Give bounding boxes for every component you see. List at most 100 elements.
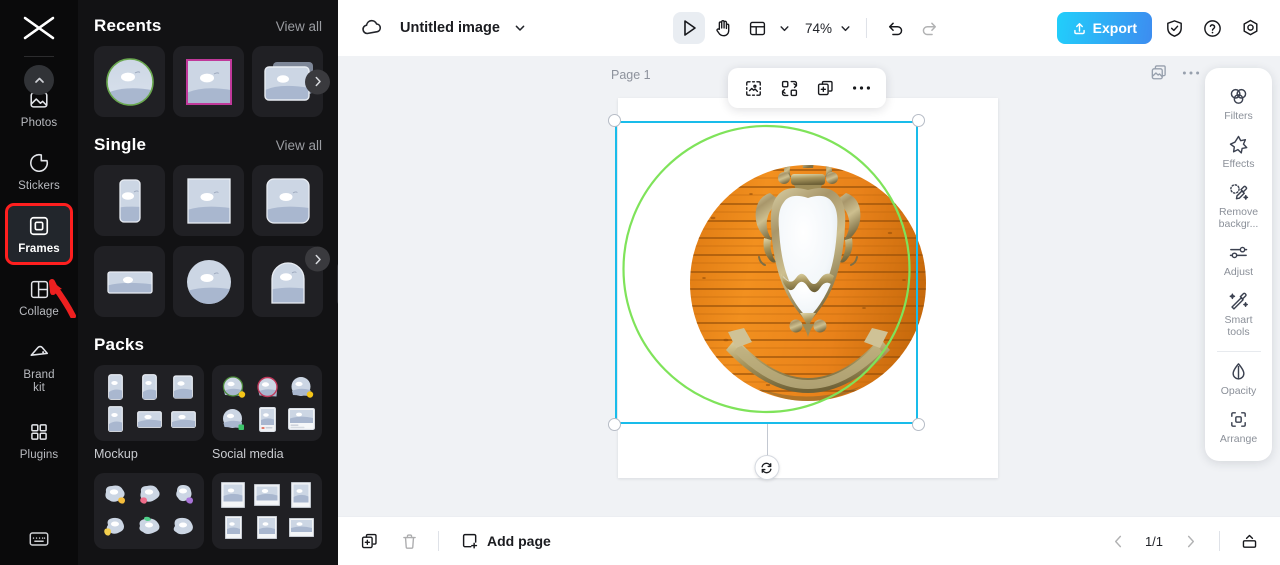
question-circle-icon[interactable] — [1196, 12, 1228, 44]
sidebar-item-photos[interactable]: Photos — [8, 65, 70, 136]
dock-divider — [1216, 351, 1261, 352]
sidebar-item-label: Collage — [19, 306, 59, 318]
magic-wand-icon — [1228, 290, 1249, 311]
bottom-divider-right — [1219, 531, 1220, 551]
chevron-up-icon[interactable] — [24, 65, 54, 95]
pack-polaroid[interactable] — [212, 473, 322, 549]
dock-label: Remove backgr... — [1218, 206, 1259, 230]
sidebar-item-keyboard[interactable] — [8, 519, 70, 558]
prev-page-button[interactable] — [1103, 526, 1133, 556]
left-rail: Photos Stickers Frames Collage Brandkit — [0, 0, 78, 565]
pack-preview — [94, 473, 204, 549]
frame-thumb-circle[interactable] — [94, 46, 165, 117]
single-thumb-row-2 — [94, 246, 323, 317]
view-all-link-single[interactable]: View all — [276, 138, 322, 153]
page-navigation: 1/1 — [1103, 526, 1264, 556]
layout-icon[interactable] — [741, 12, 773, 44]
sticker-icon — [26, 150, 52, 176]
artwork-heraldic-shield-frame[interactable] — [618, 98, 998, 478]
document-title[interactable]: Untitled image — [400, 20, 500, 36]
assets-panel: Recents View all Single View all Packs M… — [78, 0, 338, 565]
pack-preview — [212, 473, 322, 549]
sidebar-item-brand-kit[interactable]: Brand kit — [8, 332, 70, 401]
artboard[interactable] — [618, 98, 998, 478]
redo-icon[interactable] — [913, 12, 945, 44]
pack-blob[interactable] — [94, 473, 204, 549]
sidebar-item-frames[interactable]: Frames — [5, 203, 73, 265]
dock-item-remove-background[interactable]: Remove backgr... — [1209, 176, 1269, 236]
duplicate-image-icon[interactable] — [1150, 64, 1168, 82]
canvas-area[interactable]: Page 1 Filters Effects Remove backgr... … — [338, 56, 1280, 516]
cursor-arrow-icon[interactable] — [672, 12, 705, 44]
shield-check-icon[interactable] — [1158, 12, 1190, 44]
frame-thumb-circle[interactable] — [173, 246, 244, 317]
duplicate-icon[interactable] — [810, 73, 840, 103]
chevron-down-icon[interactable] — [775, 12, 793, 44]
zoom-level[interactable]: 74% — [805, 21, 832, 36]
section-header-recents: Recents View all — [94, 16, 322, 36]
page-tools — [1150, 64, 1200, 82]
panel-collapse-handle[interactable] — [337, 262, 338, 306]
dock-item-effects[interactable]: Effects — [1209, 128, 1269, 176]
more-horizontal-icon[interactable] — [1182, 70, 1200, 76]
collage-icon — [26, 276, 52, 302]
export-button[interactable]: Export — [1056, 12, 1152, 44]
pack-preview — [212, 365, 322, 441]
swap-icon[interactable] — [774, 73, 804, 103]
next-page-button[interactable] — [1175, 526, 1205, 556]
frame-thumb-square[interactable] — [173, 165, 244, 236]
pack-preview — [94, 365, 204, 441]
top-right-actions: Export — [1056, 12, 1266, 44]
section-title: Single — [94, 135, 147, 154]
view-all-link-recents[interactable]: View all — [276, 19, 322, 34]
rotate-handle[interactable] — [754, 455, 779, 480]
remove-background-icon — [1228, 182, 1249, 203]
page-indicator: 1/1 — [1144, 533, 1164, 549]
undo-icon[interactable] — [879, 12, 911, 44]
export-label: Export — [1092, 20, 1137, 36]
sidebar-item-label: Plugins — [19, 449, 59, 461]
page-label: Page 1 — [611, 68, 651, 82]
single-next-button[interactable] — [305, 246, 330, 272]
effects-star-icon — [1228, 134, 1249, 155]
replace-image-icon[interactable] — [738, 73, 768, 103]
sidebar-item-collage[interactable]: Collage — [8, 269, 70, 325]
hand-icon[interactable] — [707, 12, 739, 44]
dock-item-opacity[interactable]: Opacity — [1209, 355, 1269, 403]
dock-item-smart-tools[interactable]: Smart tools — [1209, 284, 1269, 344]
frame-thumb-landscape[interactable] — [94, 246, 165, 317]
dock-label: Smart tools — [1224, 314, 1253, 338]
add-page-button[interactable]: Add page — [453, 528, 559, 554]
sidebar-item-stickers[interactable]: Stickers — [8, 143, 70, 199]
element-floating-toolbar — [728, 68, 886, 108]
filters-circles-icon — [1228, 86, 1249, 107]
keyboard-icon — [26, 526, 52, 552]
arrange-icon — [1228, 409, 1249, 430]
chevron-down-icon[interactable] — [836, 12, 854, 44]
cloud-save-icon[interactable] — [356, 12, 388, 44]
canvas-tools: 74% — [672, 12, 945, 44]
dock-item-adjust[interactable]: Adjust — [1209, 236, 1269, 284]
capcut-logo[interactable] — [16, 8, 62, 48]
frame-thumb-portrait[interactable] — [94, 165, 165, 236]
plugins-grid-icon — [26, 419, 52, 445]
dock-item-filters[interactable]: Filters — [1209, 80, 1269, 128]
recents-next-button[interactable] — [305, 69, 330, 94]
frame-thumb-rounded-square[interactable] — [252, 165, 323, 236]
chevron-down-icon[interactable] — [504, 12, 536, 44]
trash-icon[interactable] — [394, 526, 424, 556]
dock-item-arrange[interactable]: Arrange — [1209, 403, 1269, 451]
pages-panel-icon[interactable] — [1234, 526, 1264, 556]
duplicate-page-icon[interactable] — [354, 526, 384, 556]
opacity-droplet-icon — [1228, 361, 1249, 382]
more-horizontal-icon[interactable] — [846, 73, 876, 103]
bottom-divider — [438, 531, 439, 551]
gear-icon[interactable] — [1234, 12, 1266, 44]
sidebar-item-label: Brand kit — [23, 369, 55, 394]
pack-mockup[interactable]: Mockup — [94, 365, 204, 461]
chevron-right-icon — [1187, 535, 1194, 547]
single-thumb-row-1 — [94, 165, 330, 272]
pack-social-media[interactable]: Social media — [212, 365, 322, 461]
sidebar-item-plugins[interactable]: Plugins — [8, 412, 70, 468]
frame-thumb-square[interactable] — [173, 46, 244, 117]
